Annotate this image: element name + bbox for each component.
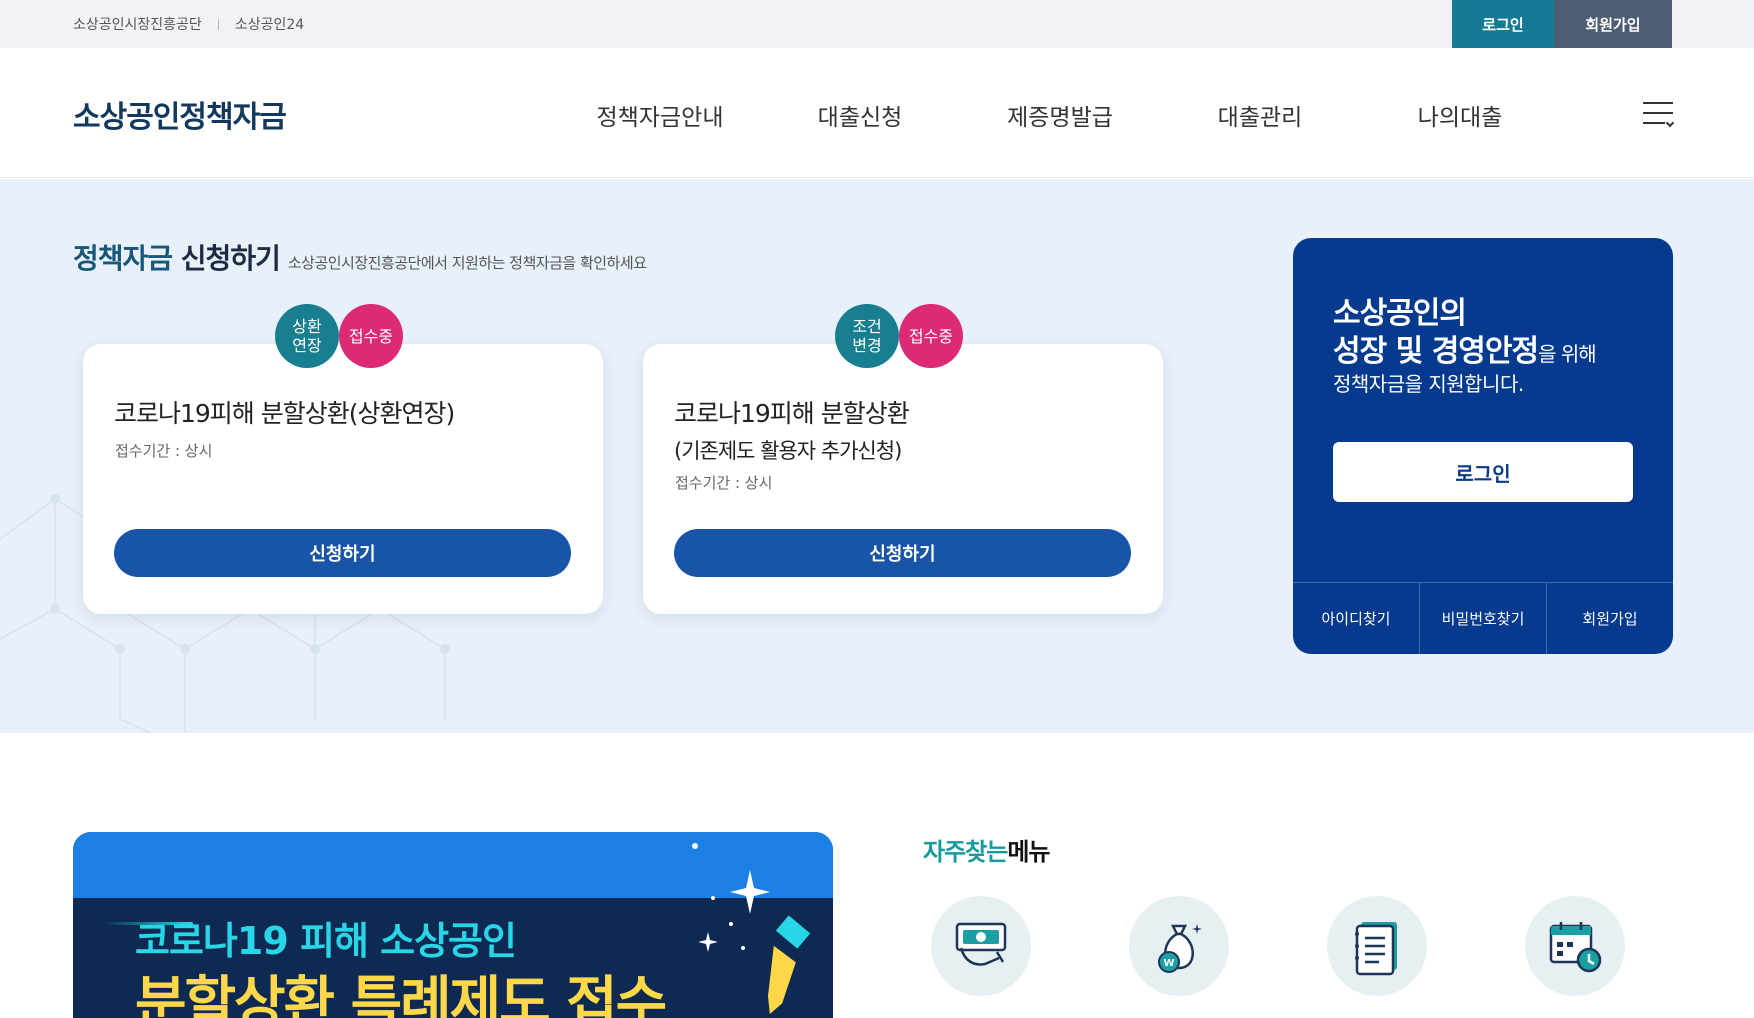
find-id-link[interactable]: 아이디찾기	[1293, 583, 1420, 654]
site-logo[interactable]: 소상공인정책자금	[73, 92, 287, 136]
promo-banner[interactable]: 코로나19 피해 소상공인 분할상환 특례제도 접수	[73, 832, 833, 1018]
calendar-clock-icon[interactable]	[1525, 896, 1625, 996]
login-button[interactable]: 로그인	[1333, 442, 1633, 502]
top-login-button[interactable]: 로그인	[1452, 0, 1554, 48]
site-header: 소상공인정책자금 정책자금안내 대출신청 제증명발급 대출관리 나의대출	[0, 48, 1754, 178]
card-badges: 조건 변경 접수중	[835, 304, 963, 368]
pen-icon	[765, 915, 811, 1018]
login-panel-description: 정책자금을 지원합니다.	[1333, 372, 1524, 396]
card-title: 코로나19피해 분할상환 (기존제도 활용자 추가신청)	[674, 399, 910, 463]
status-badge-condition-change: 조건 변경	[835, 304, 899, 368]
nav-item-certificate[interactable]: 제증명발급	[960, 98, 1160, 132]
account-links: 아이디찾기 비밀번호찾기 회원가입	[1293, 582, 1673, 654]
nav-item-policy-info[interactable]: 정책자금안내	[560, 98, 760, 132]
loan-card: 조건 변경 접수중 코로나19피해 분할상환 (기존제도 활용자 추가신청) 접수…	[643, 304, 1163, 614]
status-badge-extension: 상환 연장	[275, 304, 339, 368]
login-panel-heading-2: 성장 및 경영안정을 위해	[1333, 334, 1597, 369]
loan-card: 상환 연장 접수중 코로나19피해 분할상환(상환연장) 접수기간 : 상시 신…	[83, 304, 603, 614]
status-badge-open: 접수중	[899, 304, 963, 368]
sbiz24-link[interactable]: 소상공인24	[235, 14, 304, 34]
document-icon[interactable]	[1327, 896, 1427, 996]
money-hand-icon[interactable]	[931, 896, 1031, 996]
money-bag-icon[interactable]: W	[1129, 896, 1229, 996]
hamburger-icon[interactable]	[1643, 102, 1675, 128]
nav-item-loan-manage[interactable]: 대출관리	[1160, 98, 1360, 132]
login-panel: 소상공인의 성장 및 경영안정을 위해 정책자금을 지원합니다. 로그인 아이디…	[1293, 238, 1673, 654]
nav-item-my-loan[interactable]: 나의대출	[1360, 98, 1560, 132]
status-badge-open: 접수중	[339, 304, 403, 368]
divider	[217, 18, 219, 30]
sbiz-link[interactable]: 소상공인시장진흥공단	[73, 14, 202, 34]
page-subtitle: 소상공인시장진흥공단에서 지원하는 정책자금을 확인하세요	[287, 254, 647, 272]
hero-heading: 정책자금 신청하기 소상공인시장진흥공단에서 지원하는 정책자금을 확인하세요	[73, 237, 647, 277]
banner-heading: 코로나19 피해 소상공인	[135, 919, 517, 963]
card-badges: 상환 연장 접수중	[275, 304, 403, 368]
main-nav: 정책자금안내 대출신청 제증명발급 대출관리 나의대출	[560, 98, 1560, 132]
find-password-link[interactable]: 비밀번호찾기	[1420, 583, 1547, 654]
nav-item-loan-apply[interactable]: 대출신청	[760, 98, 960, 132]
apply-button[interactable]: 신청하기	[674, 529, 1131, 577]
banner-headline: 분할상환 특례제도 접수	[135, 971, 667, 1018]
signup-link[interactable]: 회원가입	[1547, 583, 1673, 654]
utility-bar: 소상공인시장진흥공단 소상공인24 로그인 회원가입	[0, 0, 1754, 48]
card-period: 접수기간 : 상시	[115, 442, 213, 460]
card-title: 코로나19피해 분할상환(상환연장)	[114, 399, 455, 428]
page-title: 정책자금 신청하기	[73, 242, 281, 275]
hero-section: 정책자금 신청하기 소상공인시장진흥공단에서 지원하는 정책자금을 확인하세요 …	[0, 179, 1754, 733]
card-period: 접수기간 : 상시	[675, 474, 773, 492]
svg-text:W: W	[1163, 958, 1174, 969]
top-join-button[interactable]: 회원가입	[1554, 0, 1672, 48]
utility-links: 소상공인시장진흥공단 소상공인24	[73, 0, 304, 48]
apply-button[interactable]: 신청하기	[114, 529, 571, 577]
quick-menu-title: 자주찾는메뉴	[923, 838, 1051, 866]
